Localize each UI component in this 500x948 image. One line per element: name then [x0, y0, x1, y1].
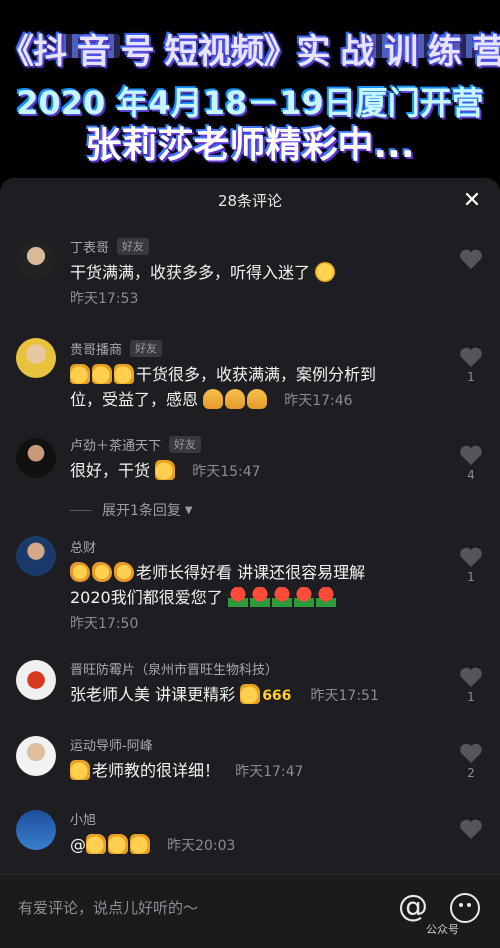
- comment-time: 昨天17:53: [70, 291, 139, 307]
- comment-username[interactable]: 晋旺防霉片（泉州市晋旺生物科技）: [70, 659, 278, 678]
- comment-time: 昨天17:46: [284, 393, 353, 409]
- rose-icon: [293, 587, 314, 607]
- comment-time: 昨天17:50: [70, 616, 139, 632]
- like-count: 4: [467, 468, 475, 482]
- like-button[interactable]: 1: [456, 346, 486, 384]
- like-button[interactable]: 1: [456, 546, 486, 584]
- like-count: 2: [467, 766, 475, 780]
- emoji-face-icon[interactable]: [450, 893, 480, 923]
- avatar[interactable]: [16, 660, 56, 700]
- pray-icon: [247, 389, 268, 409]
- comment-text: 张老师人美 讲课更精彩 666 昨天17:51: [70, 682, 450, 709]
- pray-icon: [203, 389, 224, 409]
- avatar[interactable]: [16, 736, 56, 776]
- comment-time: 昨天17:47: [235, 764, 304, 780]
- rose-icon: [227, 587, 248, 607]
- rose-icon: [315, 587, 336, 607]
- thumbs-up-icon: [70, 364, 90, 384]
- pray-icon: [225, 389, 246, 409]
- comment-username[interactable]: 运动导师-阿峰: [70, 735, 153, 754]
- like-button[interactable]: 1: [456, 666, 486, 704]
- thumbs-up-icon: [86, 834, 106, 854]
- laughing-emoji-icon: [315, 262, 336, 282]
- banner-line-1: 《抖 音 号 短视频》实 战 训 练 营: [0, 32, 500, 72]
- comment-text-content: 2020我们都很爱您了: [70, 588, 223, 607]
- comment-time: 昨天15:47: [192, 464, 261, 480]
- comment-username[interactable]: 小旭: [70, 809, 96, 828]
- clap-icon: [92, 562, 112, 582]
- avatar[interactable]: [16, 240, 56, 280]
- friend-badge: 好友: [169, 435, 202, 453]
- avatar[interactable]: [16, 438, 56, 478]
- comment-text: 干货满满，收获多多，听得入迷了: [70, 260, 440, 285]
- avatar[interactable]: [16, 810, 56, 850]
- comment-text-content: 张老师人美 讲课更精彩: [70, 685, 236, 704]
- comment-username[interactable]: 总财: [70, 537, 96, 556]
- rose-icon: [271, 587, 292, 607]
- heart-icon: [460, 667, 482, 687]
- close-icon[interactable]: ✕: [460, 189, 484, 213]
- comment-text: 干货很多，收获满满，案例分析到 位，受益了，感恩 昨天17:46: [70, 362, 450, 414]
- caret-down-icon: ▼: [184, 504, 193, 516]
- expand-replies-label: 展开1条回复: [102, 503, 181, 519]
- comment-text-content: 老师教的很详细！: [92, 761, 221, 780]
- thumbs-up-icon: [92, 364, 112, 384]
- mention-at-icon[interactable]: @: [398, 889, 428, 924]
- comment-username[interactable]: 贵哥播商: [70, 339, 122, 358]
- like-button[interactable]: [456, 248, 486, 272]
- like-count: 1: [467, 570, 475, 584]
- comment-text-content: 很好，干货: [70, 461, 151, 480]
- expand-replies-button[interactable]: 展开1条回复 ▼: [70, 500, 193, 520]
- six-six-six-sticker: 666: [262, 688, 292, 704]
- thumbs-up-icon: [155, 460, 176, 480]
- comment-text: 很好，干货 昨天15:47: [70, 458, 440, 485]
- friend-badge: 好友: [117, 237, 150, 255]
- comment-text-content: 干货满满，收获多多，听得入迷了: [70, 263, 311, 282]
- comment-text-content: 位，受益了，感恩: [70, 390, 199, 409]
- comment-panel: 28条评论 ✕ 丁表哥 好友 干货满满，收获多多，听得入迷了 昨天17:53 贵…: [0, 178, 500, 948]
- comment-username[interactable]: 丁表哥: [70, 237, 109, 256]
- panel-title: 28条评论: [217, 192, 283, 210]
- clap-icon: [114, 562, 134, 582]
- like-button[interactable]: [456, 818, 486, 842]
- thumbs-up-icon: [130, 834, 150, 854]
- thumbs-up-icon: [108, 834, 128, 854]
- video-banner: 《抖 音 号 短视频》实 战 训 练 营 2020 年4月18－19日厦门开营 …: [0, 0, 500, 175]
- watermark-label: 公众号: [426, 923, 459, 936]
- avatar[interactable]: [16, 536, 56, 576]
- rose-icon: [249, 587, 270, 607]
- like-count: 1: [467, 690, 475, 704]
- heart-icon: [460, 347, 482, 367]
- clap-icon: [70, 562, 90, 582]
- comment-text: @ 昨天20:03: [70, 832, 450, 859]
- comment-text-content: 干货很多，收获满满，案例分析到: [136, 365, 377, 384]
- heart-icon: [460, 819, 482, 839]
- comment-text: 老师教的很详细！ 昨天17:47: [70, 758, 450, 785]
- comment-input-bar: 有爱评论，说点儿好听的～ @ 公众号: [0, 874, 500, 948]
- divider: [70, 509, 92, 511]
- comment-text-content: @: [70, 835, 86, 854]
- heart-icon: [460, 445, 482, 465]
- comment-input[interactable]: 有爱评论，说点儿好听的～: [18, 897, 198, 918]
- thumbs-up-icon: [70, 760, 90, 780]
- comment-text: 老师长得好看 讲课还很容易理解 2020我们都很爱您了: [70, 560, 450, 610]
- like-button[interactable]: 2: [456, 742, 486, 780]
- friend-badge: 好友: [130, 339, 163, 357]
- comment-time: 昨天17:51: [310, 688, 379, 704]
- heart-icon: [460, 743, 482, 763]
- comment-username[interactable]: 卢劲＋茶通天下: [70, 435, 161, 454]
- like-button[interactable]: 4: [456, 444, 486, 482]
- thumbs-up-icon: [114, 364, 134, 384]
- avatar[interactable]: [16, 338, 56, 378]
- thumbs-up-icon: [240, 684, 261, 704]
- comment-time: 昨天20:03: [167, 838, 236, 854]
- like-count: 1: [467, 370, 475, 384]
- comment-text-content: 老师长得好看 讲课还很容易理解: [136, 563, 366, 582]
- heart-icon: [460, 547, 482, 567]
- heart-icon: [460, 249, 482, 269]
- banner-line-3: 张莉莎老师精彩中...: [85, 125, 415, 166]
